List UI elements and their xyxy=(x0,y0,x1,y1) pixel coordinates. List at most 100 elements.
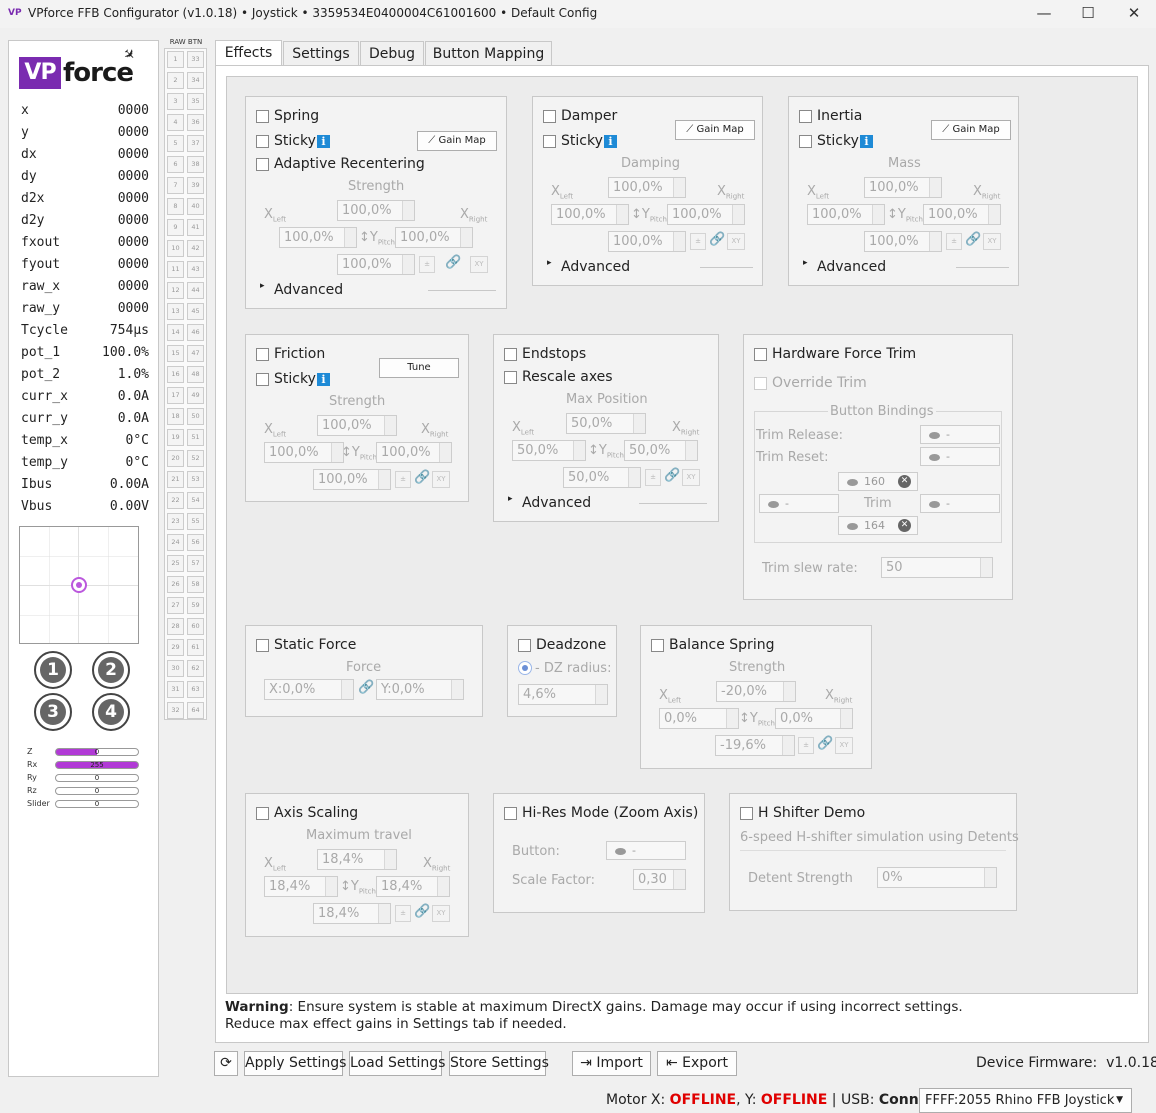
trim-release-binding[interactable]: - xyxy=(920,425,1000,444)
rescale-axes-checkbox[interactable] xyxy=(504,371,517,384)
friction-bottom-spinbox[interactable]: 100,0% xyxy=(313,469,391,490)
xy-button[interactable]: XY xyxy=(983,233,1001,250)
trim-up-binding[interactable]: 160 ✕ xyxy=(838,472,918,491)
inertia-gain-map-button[interactable]: ⟋ Gain Map xyxy=(931,120,1011,140)
link-icon[interactable]: 🔗 xyxy=(709,232,725,247)
minimize-button[interactable]: — xyxy=(1034,4,1054,22)
expand-arrow-icon[interactable]: ▸ xyxy=(803,258,808,268)
balance-spring-checkbox[interactable] xyxy=(651,639,664,652)
hi-res-mode-checkbox[interactable] xyxy=(504,807,517,820)
trim-slew-rate-spinbox[interactable]: 50 xyxy=(881,557,993,578)
link-icon[interactable]: 🔗 xyxy=(414,904,430,919)
endstops-advanced-toggle[interactable]: Advanced xyxy=(522,495,591,511)
static-force-x-spinbox[interactable]: X:0,0% xyxy=(264,679,354,700)
friction-checkbox[interactable] xyxy=(256,348,269,361)
inertia-right-spinbox[interactable]: 100,0% xyxy=(923,204,1001,225)
detent-strength-spinbox[interactable]: 0% xyxy=(877,867,997,888)
endstops-bottom-spinbox[interactable]: 50,0% xyxy=(563,467,641,488)
deadzone-checkbox[interactable] xyxy=(518,639,531,652)
damper-bottom-spinbox[interactable]: 100,0% xyxy=(608,231,686,252)
static-force-checkbox[interactable] xyxy=(256,639,269,652)
hardware-force-trim-checkbox[interactable] xyxy=(754,348,767,361)
balance-left-spinbox[interactable]: 0,0% xyxy=(659,708,739,729)
friction-top-spinbox[interactable]: 100,0% xyxy=(317,415,397,436)
spring-sticky-checkbox[interactable] xyxy=(256,135,269,148)
xy-button[interactable]: XY xyxy=(682,469,700,486)
inertia-checkbox[interactable] xyxy=(799,110,812,123)
symmetric-button[interactable]: ± xyxy=(690,233,706,250)
inertia-sticky-checkbox[interactable] xyxy=(799,135,812,148)
device-select[interactable]: FFFF:2055 Rhino FFB Joystick ▼ xyxy=(919,1088,1132,1113)
inertia-bottom-spinbox[interactable]: 100,0% xyxy=(864,231,942,252)
damper-right-spinbox[interactable]: 100,0% xyxy=(667,204,745,225)
damper-gain-map-button[interactable]: ⟋ Gain Map xyxy=(675,120,755,140)
endstops-top-spinbox[interactable]: 50,0% xyxy=(566,413,646,434)
link-icon[interactable]: 🔗 xyxy=(664,468,680,483)
static-force-y-spinbox[interactable]: Y:0,0% xyxy=(376,679,464,700)
endstops-right-spinbox[interactable]: 50,0% xyxy=(624,440,698,461)
axis-scaling-left-spinbox[interactable]: 18,4% xyxy=(264,876,338,897)
dz-radius-radio[interactable] xyxy=(518,661,532,675)
inertia-left-spinbox[interactable]: 100,0% xyxy=(807,204,885,225)
trim-down-binding[interactable]: 164 ✕ xyxy=(838,516,918,535)
apply-settings-button[interactable]: Apply Settings xyxy=(244,1051,346,1076)
damper-left-spinbox[interactable]: 100,0% xyxy=(551,204,629,225)
xy-button[interactable]: XY xyxy=(432,471,450,488)
info-icon[interactable]: i xyxy=(317,135,330,148)
dz-radius-spinbox[interactable]: 4,6% xyxy=(518,684,608,705)
tab-button-mapping[interactable]: Button Mapping xyxy=(425,41,552,67)
refresh-button[interactable]: ⟳ xyxy=(214,1051,238,1076)
close-button[interactable]: ✕ xyxy=(1124,4,1144,22)
spring-bottom-spinbox[interactable]: 100,0% xyxy=(337,254,415,275)
friction-sticky-checkbox[interactable] xyxy=(256,373,269,386)
link-icon[interactable]: 🔗 xyxy=(965,232,981,247)
trim-right-binding[interactable]: - xyxy=(920,494,1000,513)
hi-res-button-binding[interactable]: - xyxy=(606,841,686,860)
expand-arrow-icon[interactable]: ▸ xyxy=(260,281,265,291)
spring-advanced-toggle[interactable]: Advanced xyxy=(274,282,343,298)
info-icon[interactable]: i xyxy=(317,373,330,386)
axis-scaling-bottom-spinbox[interactable]: 18,4% xyxy=(313,903,391,924)
damper-advanced-toggle[interactable]: Advanced xyxy=(561,259,630,275)
scale-factor-spinbox[interactable]: 0,30 xyxy=(633,869,686,890)
axis-scaling-right-spinbox[interactable]: 18,4% xyxy=(376,876,450,897)
link-icon[interactable]: 🔗 xyxy=(414,470,430,485)
load-settings-button[interactable]: Load Settings xyxy=(349,1051,445,1076)
link-icon[interactable]: 🔗 xyxy=(358,680,374,695)
expand-arrow-icon[interactable]: ▸ xyxy=(547,258,552,268)
trim-left-binding[interactable]: - xyxy=(759,494,839,513)
symmetric-button[interactable]: ± xyxy=(395,471,411,488)
symmetric-button[interactable]: ± xyxy=(419,256,435,273)
axis-scaling-top-spinbox[interactable]: 18,4% xyxy=(317,849,397,870)
trim-reset-binding[interactable]: - xyxy=(920,447,1000,466)
friction-left-spinbox[interactable]: 100,0% xyxy=(264,442,344,463)
adaptive-recentering-checkbox[interactable] xyxy=(256,158,269,171)
damper-top-spinbox[interactable]: 100,0% xyxy=(608,177,686,198)
spring-gain-map-button[interactable]: ⟋ Gain Map xyxy=(417,131,497,151)
tab-debug[interactable]: Debug xyxy=(360,41,424,67)
tab-effects[interactable]: Effects xyxy=(215,40,282,66)
clear-icon[interactable]: ✕ xyxy=(898,475,911,488)
xy-button[interactable]: XY xyxy=(432,905,450,922)
symmetric-button[interactable]: ± xyxy=(645,469,661,486)
link-icon[interactable]: 🔗 xyxy=(445,255,461,270)
inertia-top-spinbox[interactable]: 100,0% xyxy=(864,177,942,198)
spring-left-spinbox[interactable]: 100,0% xyxy=(279,227,357,248)
symmetric-button[interactable]: ± xyxy=(946,233,962,250)
axis-scaling-checkbox[interactable] xyxy=(256,807,269,820)
friction-right-spinbox[interactable]: 100,0% xyxy=(376,442,452,463)
damper-sticky-checkbox[interactable] xyxy=(543,135,556,148)
endstops-checkbox[interactable] xyxy=(504,348,517,361)
info-icon[interactable]: i xyxy=(604,135,617,148)
symmetric-button[interactable]: ± xyxy=(798,737,814,754)
xy-button[interactable]: XY xyxy=(835,737,853,754)
link-icon[interactable]: 🔗 xyxy=(817,736,833,751)
override-trim-checkbox[interactable] xyxy=(754,377,767,390)
balance-bottom-spinbox[interactable]: -19,6% xyxy=(715,735,795,756)
balance-right-spinbox[interactable]: 0,0% xyxy=(775,708,853,729)
import-button[interactable]: ⇥ Import xyxy=(572,1051,651,1076)
xy-button[interactable]: XY xyxy=(470,256,488,273)
h-shifter-checkbox[interactable] xyxy=(740,807,753,820)
tab-settings[interactable]: Settings xyxy=(283,41,359,67)
expand-arrow-icon[interactable]: ▸ xyxy=(508,494,513,504)
